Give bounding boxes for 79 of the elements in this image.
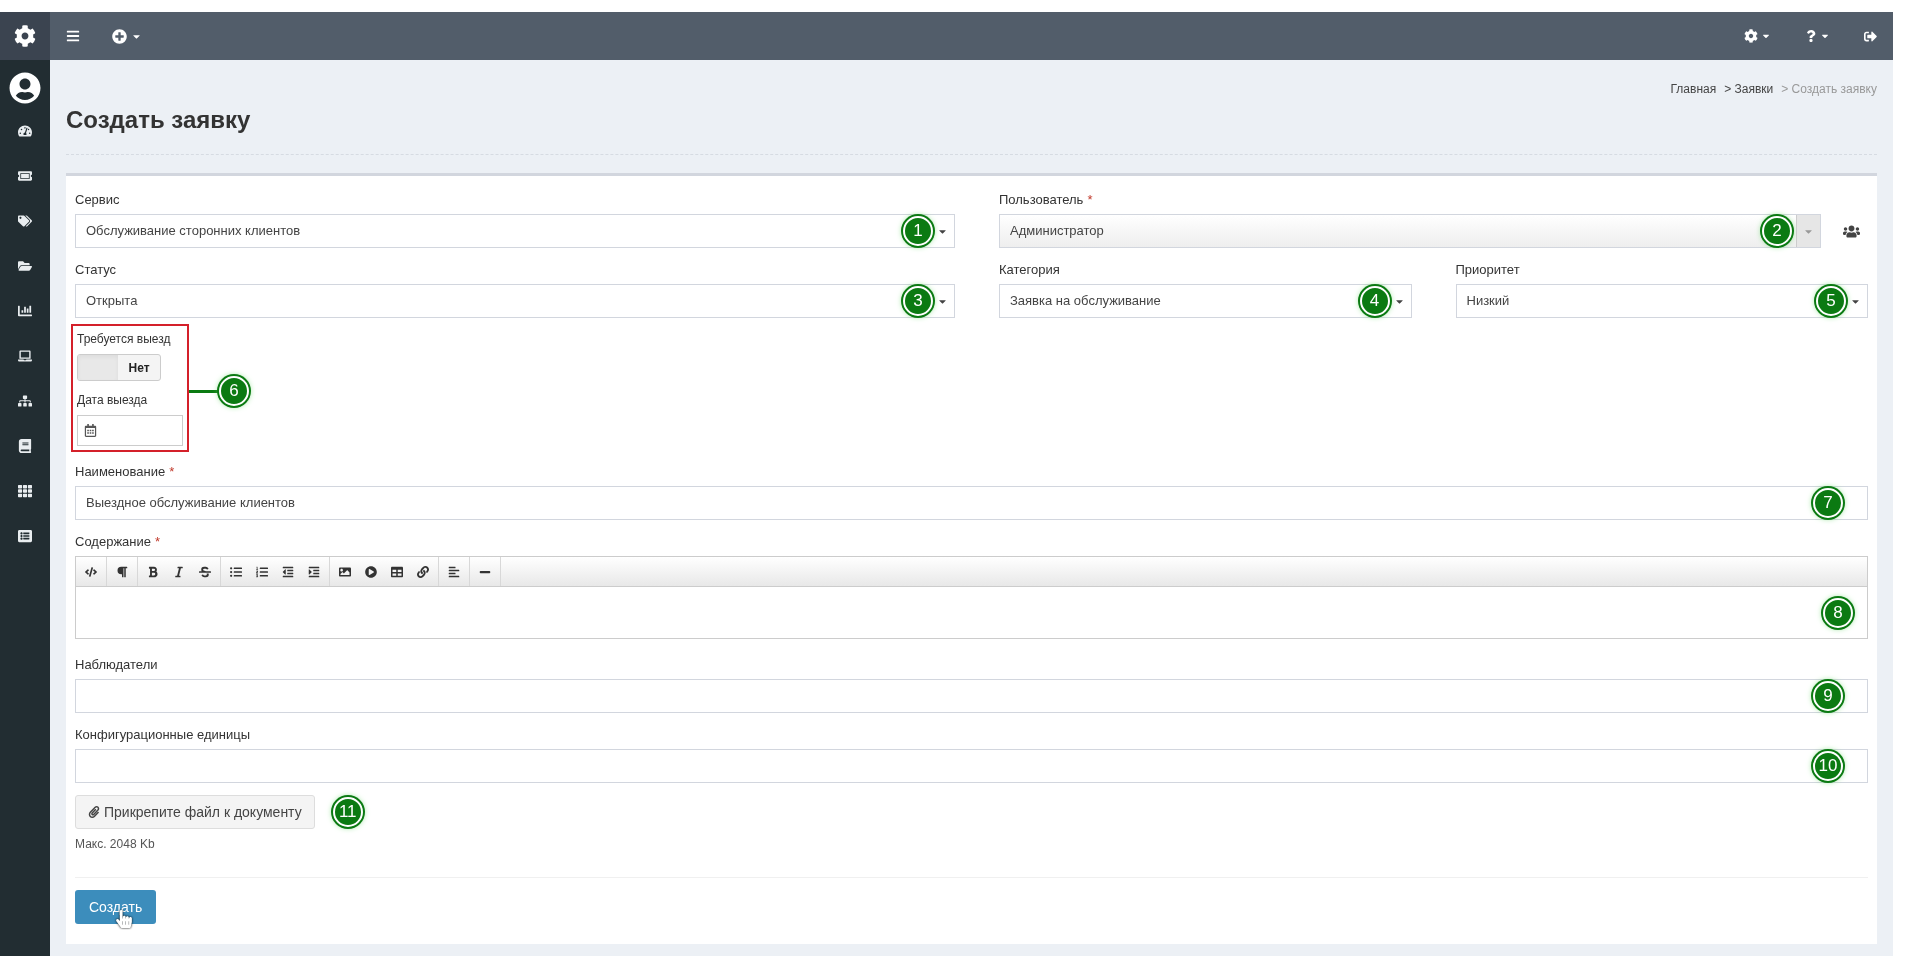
toggle-switch[interactable]: Нет bbox=[77, 354, 161, 381]
ticket-icon[interactable] bbox=[18, 169, 32, 183]
field-label: Содержание bbox=[75, 534, 151, 549]
number-marker: 5 bbox=[1816, 286, 1846, 316]
page-title: Создать заявку bbox=[66, 105, 252, 135]
field-label: Наименование bbox=[75, 464, 166, 479]
input-field[interactable]: 10 bbox=[75, 749, 1868, 783]
video-icon[interactable] bbox=[365, 565, 377, 578]
select-field[interactable]: Обслуживание сторонних клиентов 1 bbox=[75, 214, 955, 248]
menu-icon[interactable] bbox=[66, 29, 80, 43]
numbered-list-icon[interactable] bbox=[256, 565, 268, 578]
input-field[interactable]: 9 bbox=[75, 679, 1868, 713]
select-field[interactable]: Администратор 2 bbox=[999, 214, 1821, 248]
plus-icon bbox=[112, 28, 127, 44]
settings-button[interactable] bbox=[1744, 29, 1771, 43]
paperclip-icon bbox=[88, 806, 100, 818]
editor-area[interactable]: 8 bbox=[75, 587, 1868, 639]
number-marker: 10 bbox=[1813, 751, 1843, 781]
select-field[interactable]: Заявка на обслуживание 4 bbox=[999, 284, 1412, 318]
number-marker: 8 bbox=[1823, 597, 1853, 628]
logout-icon[interactable] bbox=[1864, 29, 1877, 43]
link-icon[interactable] bbox=[417, 565, 429, 578]
field-label: Дата выезда bbox=[77, 392, 149, 409]
bold-icon[interactable] bbox=[147, 565, 159, 578]
breadcrumb-link[interactable]: Главная bbox=[1670, 80, 1717, 98]
bar-chart-icon[interactable] bbox=[18, 304, 32, 318]
field-label: Статус bbox=[75, 262, 117, 277]
breadcrumb-link[interactable]: > Заявки bbox=[1724, 80, 1774, 98]
required-mark: * bbox=[1087, 192, 1093, 207]
number-marker: 9 bbox=[1813, 681, 1843, 711]
table-icon[interactable] bbox=[391, 565, 403, 578]
number-marker: 2 bbox=[1762, 216, 1792, 246]
outdent-icon[interactable] bbox=[282, 565, 294, 578]
select-field[interactable]: Открыта 3 bbox=[75, 284, 955, 318]
indent-icon[interactable] bbox=[308, 565, 320, 578]
required-mark: * bbox=[169, 464, 175, 479]
field-label: Приоритет bbox=[1455, 262, 1520, 277]
sitemap-icon[interactable] bbox=[18, 394, 32, 408]
required-mark: * bbox=[155, 534, 161, 549]
tags-icon[interactable] bbox=[18, 214, 32, 228]
paragraph-icon[interactable] bbox=[116, 565, 128, 578]
calendar-icon bbox=[84, 424, 97, 437]
number-marker: 1 bbox=[903, 216, 933, 246]
laptop-icon[interactable] bbox=[18, 349, 32, 363]
help-icon bbox=[1805, 30, 1817, 42]
number-marker: 3 bbox=[903, 286, 933, 316]
number-marker: 7 bbox=[1813, 488, 1843, 518]
field-label: Конфигурационные единицы bbox=[75, 727, 250, 742]
dashboard-icon[interactable] bbox=[18, 124, 32, 138]
italic-icon[interactable] bbox=[173, 565, 185, 578]
book-icon[interactable] bbox=[18, 439, 32, 453]
field-label: Наблюдатели bbox=[75, 657, 158, 672]
gear-icon bbox=[1744, 29, 1758, 43]
date-field[interactable] bbox=[77, 415, 183, 446]
select-field[interactable]: Низкий 5 bbox=[1455, 284, 1868, 318]
folder-icon[interactable] bbox=[18, 259, 32, 273]
help-button[interactable] bbox=[1805, 30, 1830, 42]
strikethrough-icon[interactable] bbox=[199, 565, 211, 578]
input-field[interactable]: Выездное обслуживание клиентов 7 bbox=[75, 486, 1868, 520]
field-label: Требуется выезд bbox=[77, 331, 172, 348]
create-button[interactable]: Создать bbox=[75, 890, 157, 924]
code-icon[interactable] bbox=[85, 565, 97, 578]
grid-icon[interactable] bbox=[18, 484, 32, 498]
add-button[interactable] bbox=[112, 28, 142, 44]
file-size-note: Макс. 2048 Kb bbox=[75, 836, 156, 853]
leader-line bbox=[189, 389, 219, 393]
field-label: Пользователь bbox=[999, 192, 1084, 207]
list-icon[interactable] bbox=[18, 529, 32, 543]
image-icon[interactable] bbox=[339, 565, 351, 578]
number-marker: 6 bbox=[219, 376, 249, 406]
bulleted-list-icon[interactable] bbox=[230, 565, 242, 578]
field-label: Сервис bbox=[75, 192, 120, 207]
number-marker: 11 bbox=[332, 797, 363, 827]
settings-icon[interactable] bbox=[14, 25, 36, 47]
field-label: Категория bbox=[999, 262, 1060, 277]
align-icon[interactable] bbox=[448, 565, 460, 578]
avatar-icon[interactable] bbox=[9, 72, 41, 104]
attach-file-button[interactable]: Прикрепите файл к документу bbox=[75, 795, 315, 829]
number-marker: 4 bbox=[1359, 286, 1390, 316]
